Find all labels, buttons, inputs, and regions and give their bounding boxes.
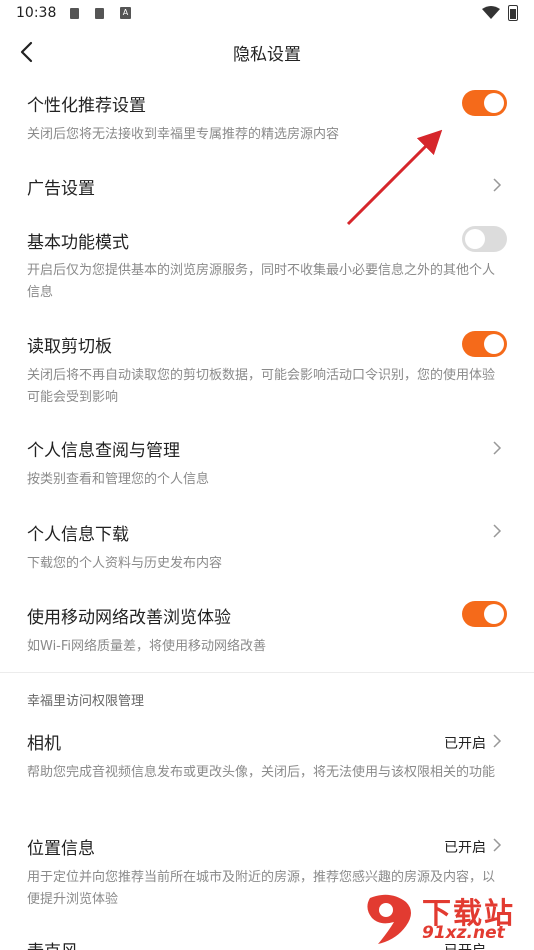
- watermark: 下载站 91xz.net: [354, 888, 534, 950]
- setting-mobile-network-improve: 使用移动网络改善浏览体验 如Wi-Fi网络质量差，将使用移动网络改善: [0, 594, 534, 664]
- setting-title: 个性化推荐设置: [27, 96, 146, 116]
- setting-title: 广告设置: [27, 179, 95, 199]
- setting-ad-settings[interactable]: 广告设置: [0, 162, 534, 206]
- permission-title: 麦克风: [27, 937, 78, 950]
- permission-status: 已开启: [444, 736, 486, 752]
- setting-basic-mode: 基本功能模式 开启后仅为您提供基本的浏览房源服务，同时不收集最小必要信息之外的其…: [0, 220, 534, 310]
- permission-title: 位置信息: [27, 839, 95, 859]
- chevron-right-icon: [493, 734, 502, 748]
- permission-description: 帮助您完成音视频信息发布或更改头像，关闭后，将无法使用与该权限相关的功能: [27, 765, 496, 780]
- status-bar: 10:38 A: [0, 0, 534, 28]
- toggle-knob: [484, 604, 504, 624]
- battery-icon: [508, 5, 518, 21]
- setting-title: 个人信息下载: [27, 525, 129, 545]
- setting-title: 读取剪切板: [27, 337, 112, 357]
- setting-personal-info-download[interactable]: 个人信息下载 下载您的个人资料与历史发布内容: [0, 512, 534, 582]
- permission-camera[interactable]: 相机 已开启 帮助您完成音视频信息发布或更改头像，关闭后，将无法使用与该权限相关…: [0, 720, 534, 810]
- chevron-right-icon: [493, 178, 502, 192]
- personalized-recommendation-toggle[interactable]: [462, 90, 507, 116]
- setting-description: 如Wi-Fi网络质量差，将使用移动网络改善: [27, 639, 267, 654]
- watermark-url: 91xz.net: [422, 923, 505, 943]
- permission-title: 相机: [27, 734, 61, 754]
- mobile-network-toggle[interactable]: [462, 601, 507, 627]
- status-time: 10:38: [16, 5, 57, 21]
- setting-title: 基本功能模式: [27, 233, 129, 253]
- setting-description: 开启后仅为您提供基本的浏览房源服务，同时不收集最小必要信息之外的其他个人信息: [27, 263, 496, 300]
- chevron-right-icon: [493, 441, 502, 455]
- basic-mode-toggle[interactable]: [462, 226, 507, 252]
- setting-description: 关闭后您将无法接收到幸福里专属推荐的精选房源内容: [27, 127, 340, 142]
- setting-title: 个人信息查阅与管理: [27, 441, 180, 461]
- section-divider: [0, 672, 534, 673]
- page-header: 隐私设置: [0, 28, 534, 76]
- permission-status: 已开启: [444, 840, 486, 856]
- setting-description: 下载您的个人资料与历史发布内容: [27, 556, 223, 571]
- chevron-right-icon: [493, 524, 502, 538]
- setting-description: 按类别查看和管理您的个人信息: [27, 472, 210, 487]
- notification-icon: [70, 8, 79, 19]
- toggle-knob: [484, 93, 504, 113]
- page-title: 隐私设置: [233, 45, 301, 65]
- notification-a-icon: A: [120, 7, 131, 19]
- permissions-section-label: 幸福里访问权限管理: [27, 694, 145, 709]
- toggle-knob: [465, 229, 485, 249]
- watermark-logo-icon: [367, 894, 411, 944]
- read-clipboard-toggle[interactable]: [462, 331, 507, 357]
- chevron-right-icon: [493, 838, 502, 852]
- setting-personal-info-management[interactable]: 个人信息查阅与管理 按类别查看和管理您的个人信息: [0, 428, 534, 498]
- setting-read-clipboard: 读取剪切板 关闭后将不再自动读取您的剪切板数据，可能会影响活动口令识别，您的使用…: [0, 324, 534, 414]
- wifi-icon: [482, 6, 500, 19]
- setting-description: 关闭后将不再自动读取您的剪切板数据，可能会影响活动口令识别，您的使用体验可能会受…: [27, 368, 496, 405]
- toggle-knob: [484, 334, 504, 354]
- setting-title: 使用移动网络改善浏览体验: [27, 608, 231, 628]
- notification-icon: [95, 8, 104, 19]
- setting-personalized-recommendation: 个性化推荐设置 关闭后您将无法接收到幸福里专属推荐的精选房源内容: [0, 86, 534, 146]
